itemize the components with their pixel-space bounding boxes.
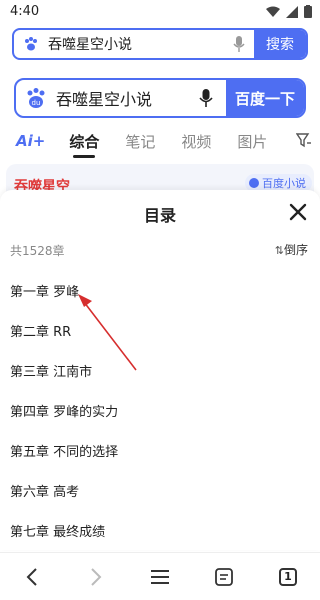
microphone-icon[interactable] (228, 33, 250, 55)
filter-icon[interactable] (296, 132, 312, 148)
battery-icon (304, 5, 312, 18)
svg-text:du: du (32, 99, 41, 107)
chapter-item[interactable]: 第四章 罗峰的实力 (0, 390, 320, 430)
address-bar[interactable]: 吞噬星空小说 搜索 (12, 28, 308, 60)
address-search-button[interactable]: 搜索 (254, 30, 306, 58)
chapter-count: 共1528章 (10, 244, 65, 258)
voice-search-icon[interactable] (194, 86, 218, 110)
tab-video[interactable]: 视频 (181, 131, 211, 152)
baidu-paw-icon (20, 33, 42, 55)
baidu-logo-icon: du (27, 88, 45, 108)
menu-button[interactable] (140, 557, 180, 597)
status-bar: 4:40 (0, 0, 320, 24)
tab-comprehensive[interactable]: 综合 (69, 131, 99, 158)
result-badge-label: 百度小说 (262, 177, 306, 190)
chevron-left-icon (26, 567, 37, 586)
ai-plus-tab[interactable]: Ai+ (16, 132, 45, 150)
status-time: 4:40 (10, 4, 40, 19)
baidu-search-button[interactable]: 百度一下 (226, 80, 304, 116)
tab-notes[interactable]: 笔记 (125, 131, 155, 152)
chevron-right-icon (91, 567, 102, 586)
sort-icon: ⇅ (274, 244, 284, 257)
sort-label: 倒序 (283, 243, 308, 257)
chapter-item[interactable]: 第一章 罗峰 (0, 270, 320, 310)
bottom-toolbar: 1 (0, 552, 320, 600)
tabs-button[interactable]: 1 (268, 557, 308, 597)
signal-icon (286, 5, 298, 18)
book-icon (249, 178, 259, 188)
baidu-query[interactable]: 吞噬星空小说 (56, 86, 194, 110)
wifi-icon (266, 6, 280, 17)
reader-button[interactable] (204, 557, 244, 597)
chapter-item[interactable]: 第五章 不同的选择 (0, 430, 320, 470)
chapter-list: 第一章 罗峰 第二章 RR 第三章 江南市 第四章 罗峰的实力 第五章 不同的选… (0, 270, 320, 550)
sort-toggle[interactable]: ⇅倒序 (275, 241, 308, 258)
tab-images[interactable]: 图片 (237, 131, 267, 152)
forward-button[interactable] (76, 557, 116, 597)
catalog-title: 目录 (143, 206, 176, 225)
back-button[interactable] (12, 557, 52, 597)
address-query[interactable]: 吞噬星空小说 (48, 34, 228, 54)
close-icon[interactable] (288, 202, 308, 222)
chapter-item[interactable]: 第六章 高考 (0, 470, 320, 510)
result-tabs: Ai+ 综合 笔记 视频 图片 (0, 126, 320, 158)
catalog-sheet: 目录 共1528章 ⇅倒序 第一章 罗峰 第二章 RR 第三章 江南市 第四章 … (0, 190, 320, 550)
status-icons (266, 5, 312, 18)
chapter-item[interactable]: 第二章 RR (0, 310, 320, 350)
baidu-search-box[interactable]: du 吞噬星空小说 百度一下 (14, 78, 306, 118)
tab-count: 1 (279, 567, 297, 586)
chapter-item[interactable]: 第七章 最终成绩 (0, 510, 320, 550)
menu-icon (151, 569, 169, 584)
chapter-item[interactable]: 第三章 江南市 (0, 350, 320, 390)
document-icon (215, 567, 233, 586)
